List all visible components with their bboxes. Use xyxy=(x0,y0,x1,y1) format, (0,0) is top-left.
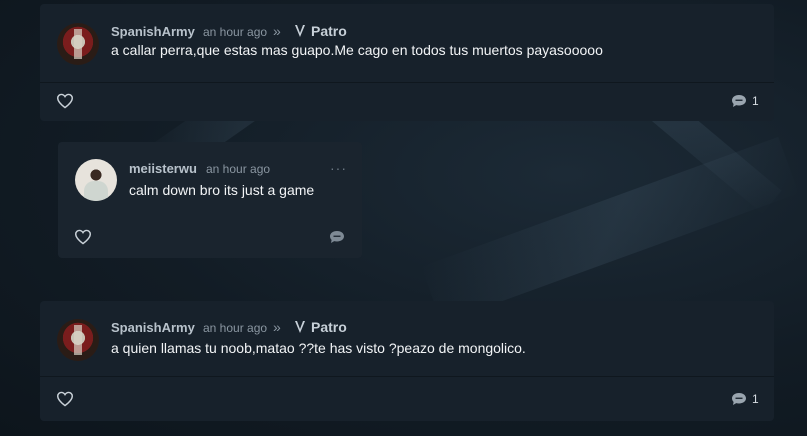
target-link[interactable]: Patro xyxy=(311,23,347,39)
heart-icon[interactable] xyxy=(56,391,74,407)
divider xyxy=(40,376,774,377)
game-emblem-icon xyxy=(295,25,305,37)
avatar[interactable] xyxy=(57,319,99,361)
heart-icon[interactable] xyxy=(74,229,92,245)
comment-count[interactable]: 1 xyxy=(752,94,759,108)
game-emblem-icon xyxy=(295,321,305,333)
username[interactable]: SpanishArmy xyxy=(111,24,195,39)
post-text: a quien llamas tu noob,matao ??te has vi… xyxy=(111,340,526,356)
timestamp[interactable]: an hour ago xyxy=(203,321,267,335)
divider xyxy=(40,82,774,83)
avatar[interactable] xyxy=(75,159,117,201)
timestamp[interactable]: an hour ago xyxy=(203,25,267,39)
username[interactable]: SpanishArmy xyxy=(111,320,195,335)
post-text: a callar perra,que estas mas guapo.Me ca… xyxy=(111,42,603,58)
heart-icon[interactable] xyxy=(56,93,74,109)
timestamp[interactable]: an hour ago xyxy=(206,162,270,176)
avatar[interactable] xyxy=(57,23,99,65)
username[interactable]: meiisterwu xyxy=(129,161,197,176)
post-card: SpanishArmy an hour ago » Patro a callar… xyxy=(40,4,774,121)
comment-bubble-icon[interactable] xyxy=(731,392,747,406)
target-link[interactable]: Patro xyxy=(311,319,347,335)
background-streak xyxy=(421,136,799,324)
reply-card: meiisterwu an hour ago ··· calm down bro… xyxy=(58,142,362,258)
more-options-button[interactable]: ··· xyxy=(330,160,347,176)
comment-bubble-icon[interactable] xyxy=(329,230,345,244)
double-chevron-right-icon: » xyxy=(273,23,281,39)
comment-bubble-icon[interactable] xyxy=(731,94,747,108)
post-card: SpanishArmy an hour ago » Patro a quien … xyxy=(40,301,774,421)
comment-count[interactable]: 1 xyxy=(752,392,759,406)
reply-text: calm down bro its just a game xyxy=(129,182,315,198)
double-chevron-right-icon: » xyxy=(273,319,281,335)
